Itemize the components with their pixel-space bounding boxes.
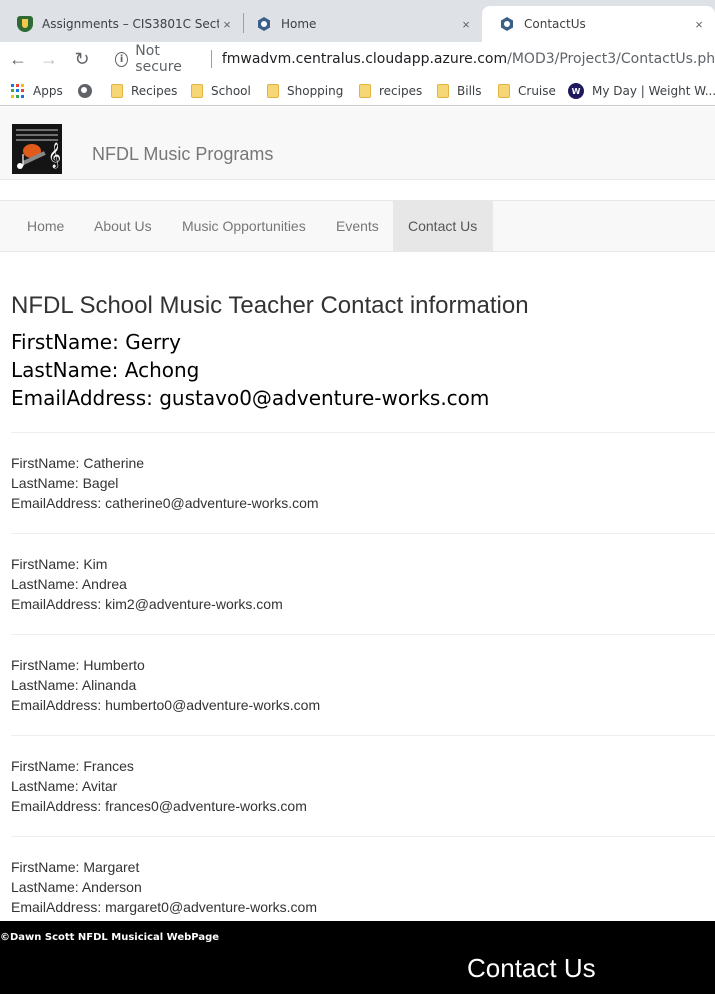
contact-first-name: FirstName: Catherine [11,455,145,471]
nav-events[interactable]: Events [321,201,394,251]
main-nav: Home About Us Music Opportunities Events… [0,200,715,252]
bookmark-label: Recipes [131,84,178,98]
browser-toolbar: ← → ↻ i Not secure fmwadvm.centralus.clo… [0,42,715,76]
footer-copyright: ©Dawn Scott NFDL Musicical WebPage [0,932,220,943]
contact-last-name: LastName: Alinanda [11,677,137,693]
apps-grid-icon [11,84,25,98]
featured-email: EmailAddress: gustavo0@adventure-works.c… [11,386,490,410]
contact-email: EmailAddress: kim2@adventure-works.com [11,596,283,612]
bookmark-apps[interactable]: Apps [11,81,63,101]
tab-title: ContactUs [524,17,586,31]
folder-icon [267,84,279,98]
close-tab-icon[interactable]: × [691,17,707,32]
contact-last-name: LastName: Andrea [11,576,127,592]
bookmark-bills[interactable]: Bills [437,81,482,101]
divider [11,836,715,837]
weight-watchers-icon: W [568,83,584,99]
bookmark-cruise[interactable]: Cruise [498,81,556,101]
url-divider [210,50,212,68]
nav-about-us[interactable]: About Us [79,201,167,251]
tab-title: Assignments – CIS3801C Section [42,17,219,31]
bookmark-label: Cruise [518,84,556,98]
hexagon-favicon-icon [256,16,272,32]
nav-music-opportunities[interactable]: Music Opportunities [167,201,321,251]
hexagon-favicon-icon [499,16,515,32]
contact-last-name: LastName: Bagel [11,475,119,491]
page-heading: NFDL School Music Teacher Contact inform… [11,292,529,319]
footer-title: Contact Us [467,953,596,983]
tab-strip: Assignments – CIS3801C Section × Home × … [0,0,715,42]
bookmark-label: recipes [379,84,423,98]
bookmark-label: Apps [33,84,63,98]
address-bar[interactable]: i Not secure fmwadvm.centralus.cloudapp.… [104,43,715,75]
bookmark-recipes-2[interactable]: recipes [359,81,422,101]
divider [11,735,715,736]
folder-icon [437,84,449,98]
url-host[interactable]: fmwadvm.centralus.cloudapp.azure.com [222,51,507,67]
tab-contactus[interactable]: ContactUs × [482,6,715,42]
browser-window: Assignments – CIS3801C Section × Home × … [0,0,715,994]
divider [11,432,715,433]
bookmark-label: Bills [457,84,482,98]
folder-icon [191,84,203,98]
contact-last-name: LastName: Avitar [11,778,118,794]
divider [11,634,715,635]
bookmark-recipes[interactable]: Recipes [111,81,177,101]
contact-first-name: FirstName: Kim [11,556,108,572]
back-arrow-icon[interactable]: ← [7,48,29,70]
contact-first-name: FirstName: Margaret [11,859,140,875]
bookmark-label: Shopping [287,84,344,98]
tab-assignments[interactable]: Assignments – CIS3801C Section × [0,6,243,42]
contact-first-name: FirstName: Humberto [11,657,145,673]
reload-icon[interactable]: ↻ [71,48,93,70]
close-tab-icon[interactable]: × [219,17,235,32]
security-indicator[interactable]: Not secure [135,43,201,75]
folder-icon [359,84,371,98]
site-header: 𝄞 NFDL Music Programs [0,107,715,180]
contact-first-name: FirstName: Frances [11,758,134,774]
url-path[interactable]: /MOD3/Project3/ContactUs.php [507,51,715,67]
contact-email: EmailAddress: humberto0@adventure-works.… [11,697,321,713]
tab-title: Home [281,17,317,31]
shield-favicon-icon [17,16,33,32]
nav-contact-us[interactable]: Contact Us [393,201,493,251]
site-footer: ©Dawn Scott NFDL Musicical WebPage Conta… [0,921,715,994]
tab-home[interactable]: Home × [239,6,482,42]
contact-last-name: LastName: Anderson [11,879,142,895]
music-logo-image[interactable]: 𝄞 [12,124,62,174]
svg-text:𝄞: 𝄞 [48,142,61,168]
bookmark-shopping[interactable]: Shopping [267,81,343,101]
featured-last-name: LastName: Achong [11,358,200,382]
contact-email: EmailAddress: margaret0@adventure-works.… [11,899,317,915]
bookmark-label: My Day | Weight W... [592,84,715,98]
bookmark-my-day[interactable]: W My Day | Weight W... [568,81,715,101]
info-icon[interactable]: i [115,51,129,67]
folder-icon [498,84,510,98]
site-title[interactable]: NFDL Music Programs [92,144,273,165]
web-page: 𝄞 NFDL Music Programs Home About Us Musi… [0,107,715,921]
featured-first-name: FirstName: Gerry [11,330,181,354]
contact-email: EmailAddress: catherine0@adventure-works… [11,495,319,511]
globe-icon [78,84,92,98]
bookmark-globe[interactable] [78,81,100,101]
bookmark-school[interactable]: School [191,81,251,101]
divider [11,533,715,534]
forward-arrow-icon[interactable]: → [38,48,60,70]
close-tab-icon[interactable]: × [458,17,474,32]
contact-email: EmailAddress: frances0@adventure-works.c… [11,798,307,814]
bookmark-label: School [211,84,251,98]
folder-icon [111,84,123,98]
nav-home[interactable]: Home [12,201,79,251]
bookmarks-bar: Apps Recipes School Shopping recipes Bil… [0,76,715,106]
